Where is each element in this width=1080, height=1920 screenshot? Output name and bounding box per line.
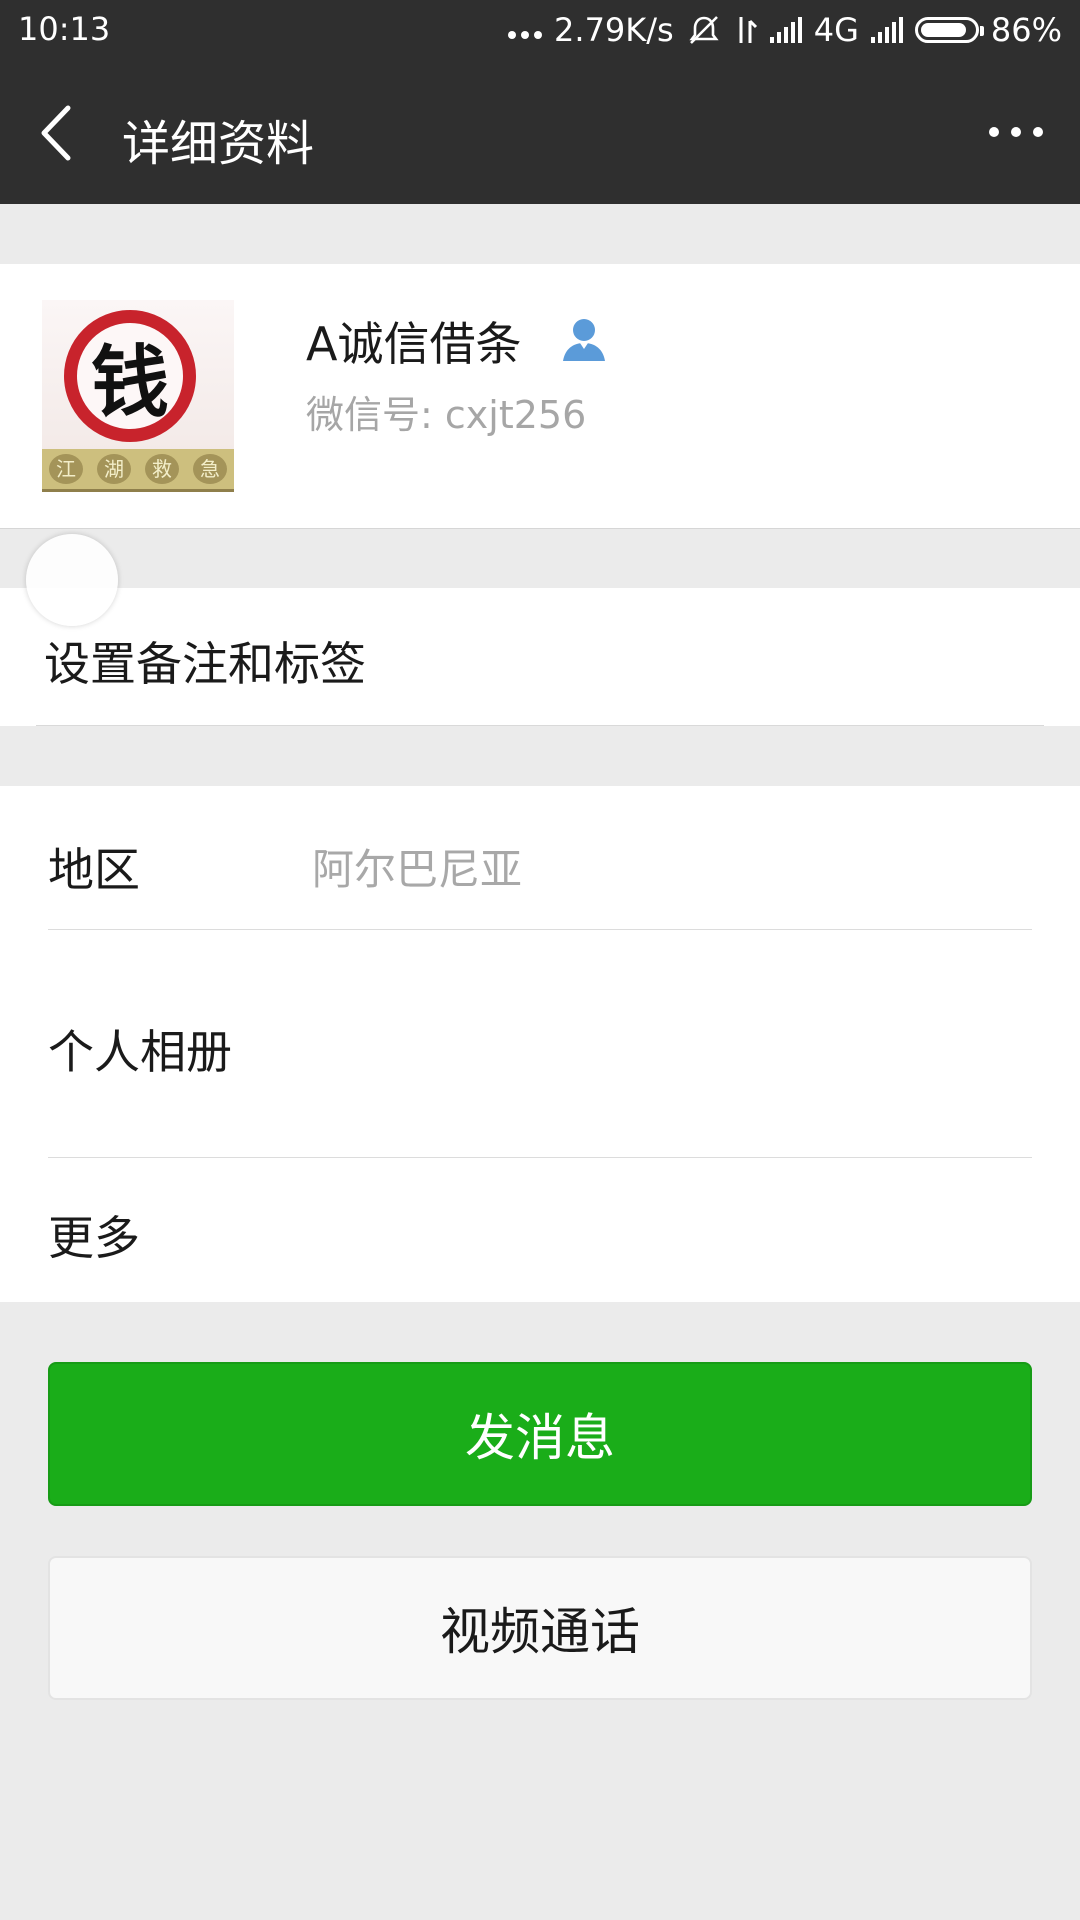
battery-fill — [920, 23, 966, 37]
battery-icon — [914, 17, 984, 43]
person-icon — [563, 319, 605, 361]
set-remark-label: 设置备注和标签 — [44, 637, 366, 691]
divider — [48, 1157, 1032, 1158]
avatar-char: 钱 — [90, 337, 169, 428]
avatar-strip-char: 救 — [145, 454, 179, 484]
status-right: 2.79K/s 4G 86% — [508, 8, 1062, 52]
more-dot — [989, 127, 999, 137]
avatar[interactable]: 钱 江 湖 救 急 — [42, 300, 234, 492]
signal-icon — [769, 17, 802, 43]
region-value: 阿尔巴尼亚 — [312, 845, 523, 894]
back-button[interactable] — [36, 98, 96, 168]
send-message-button[interactable]: 发消息 — [48, 1362, 1032, 1506]
profile-card: 钱 江 湖 救 急 A诚信借条 微信号: cxjt256 — [0, 264, 1080, 529]
signal-icon-2 — [870, 17, 903, 43]
divider — [48, 929, 1032, 930]
avatar-strip-char: 湖 — [97, 454, 131, 484]
network-type: 4G — [813, 11, 859, 49]
battery-percent: 86% — [990, 11, 1062, 49]
divider — [36, 725, 1044, 726]
mute-icon — [689, 16, 719, 44]
avatar-strip: 江 湖 救 急 — [42, 449, 234, 492]
avatar-strip-char: 急 — [193, 454, 227, 484]
wechat-id: 微信号: cxjt256 — [306, 393, 587, 437]
status-time: 10:13 — [18, 10, 111, 48]
avatar-coin-circle: 钱 — [64, 310, 196, 442]
more-dot — [1011, 127, 1021, 137]
net-speed: 2.79K/s — [554, 11, 674, 49]
avatar-strip-char: 江 — [49, 454, 83, 484]
page-title: 详细资料 — [122, 116, 315, 172]
region-label: 地区 — [48, 843, 140, 897]
more-dots-icon — [508, 31, 543, 39]
info-list: 地区 阿尔巴尼亚 个人相册 更多 — [0, 786, 1080, 1302]
contact-name: A诚信借条 — [306, 317, 522, 371]
title-bar: 详细资料 — [0, 60, 1080, 204]
more-info-row[interactable]: 更多 — [48, 1202, 140, 1268]
personal-album-row[interactable]: 个人相册 — [48, 1016, 232, 1082]
more-options-button[interactable] — [976, 102, 1056, 162]
touch-indicator — [26, 534, 118, 626]
set-remark-row[interactable]: 设置备注和标签 — [0, 588, 1080, 726]
status-bar: 10:13 2.79K/s 4G 86% — [0, 0, 1080, 60]
data-arrows-icon — [739, 17, 757, 43]
video-call-button[interactable]: 视频通话 — [48, 1556, 1032, 1700]
more-dot — [1033, 127, 1043, 137]
back-chevron-icon — [41, 105, 71, 161]
